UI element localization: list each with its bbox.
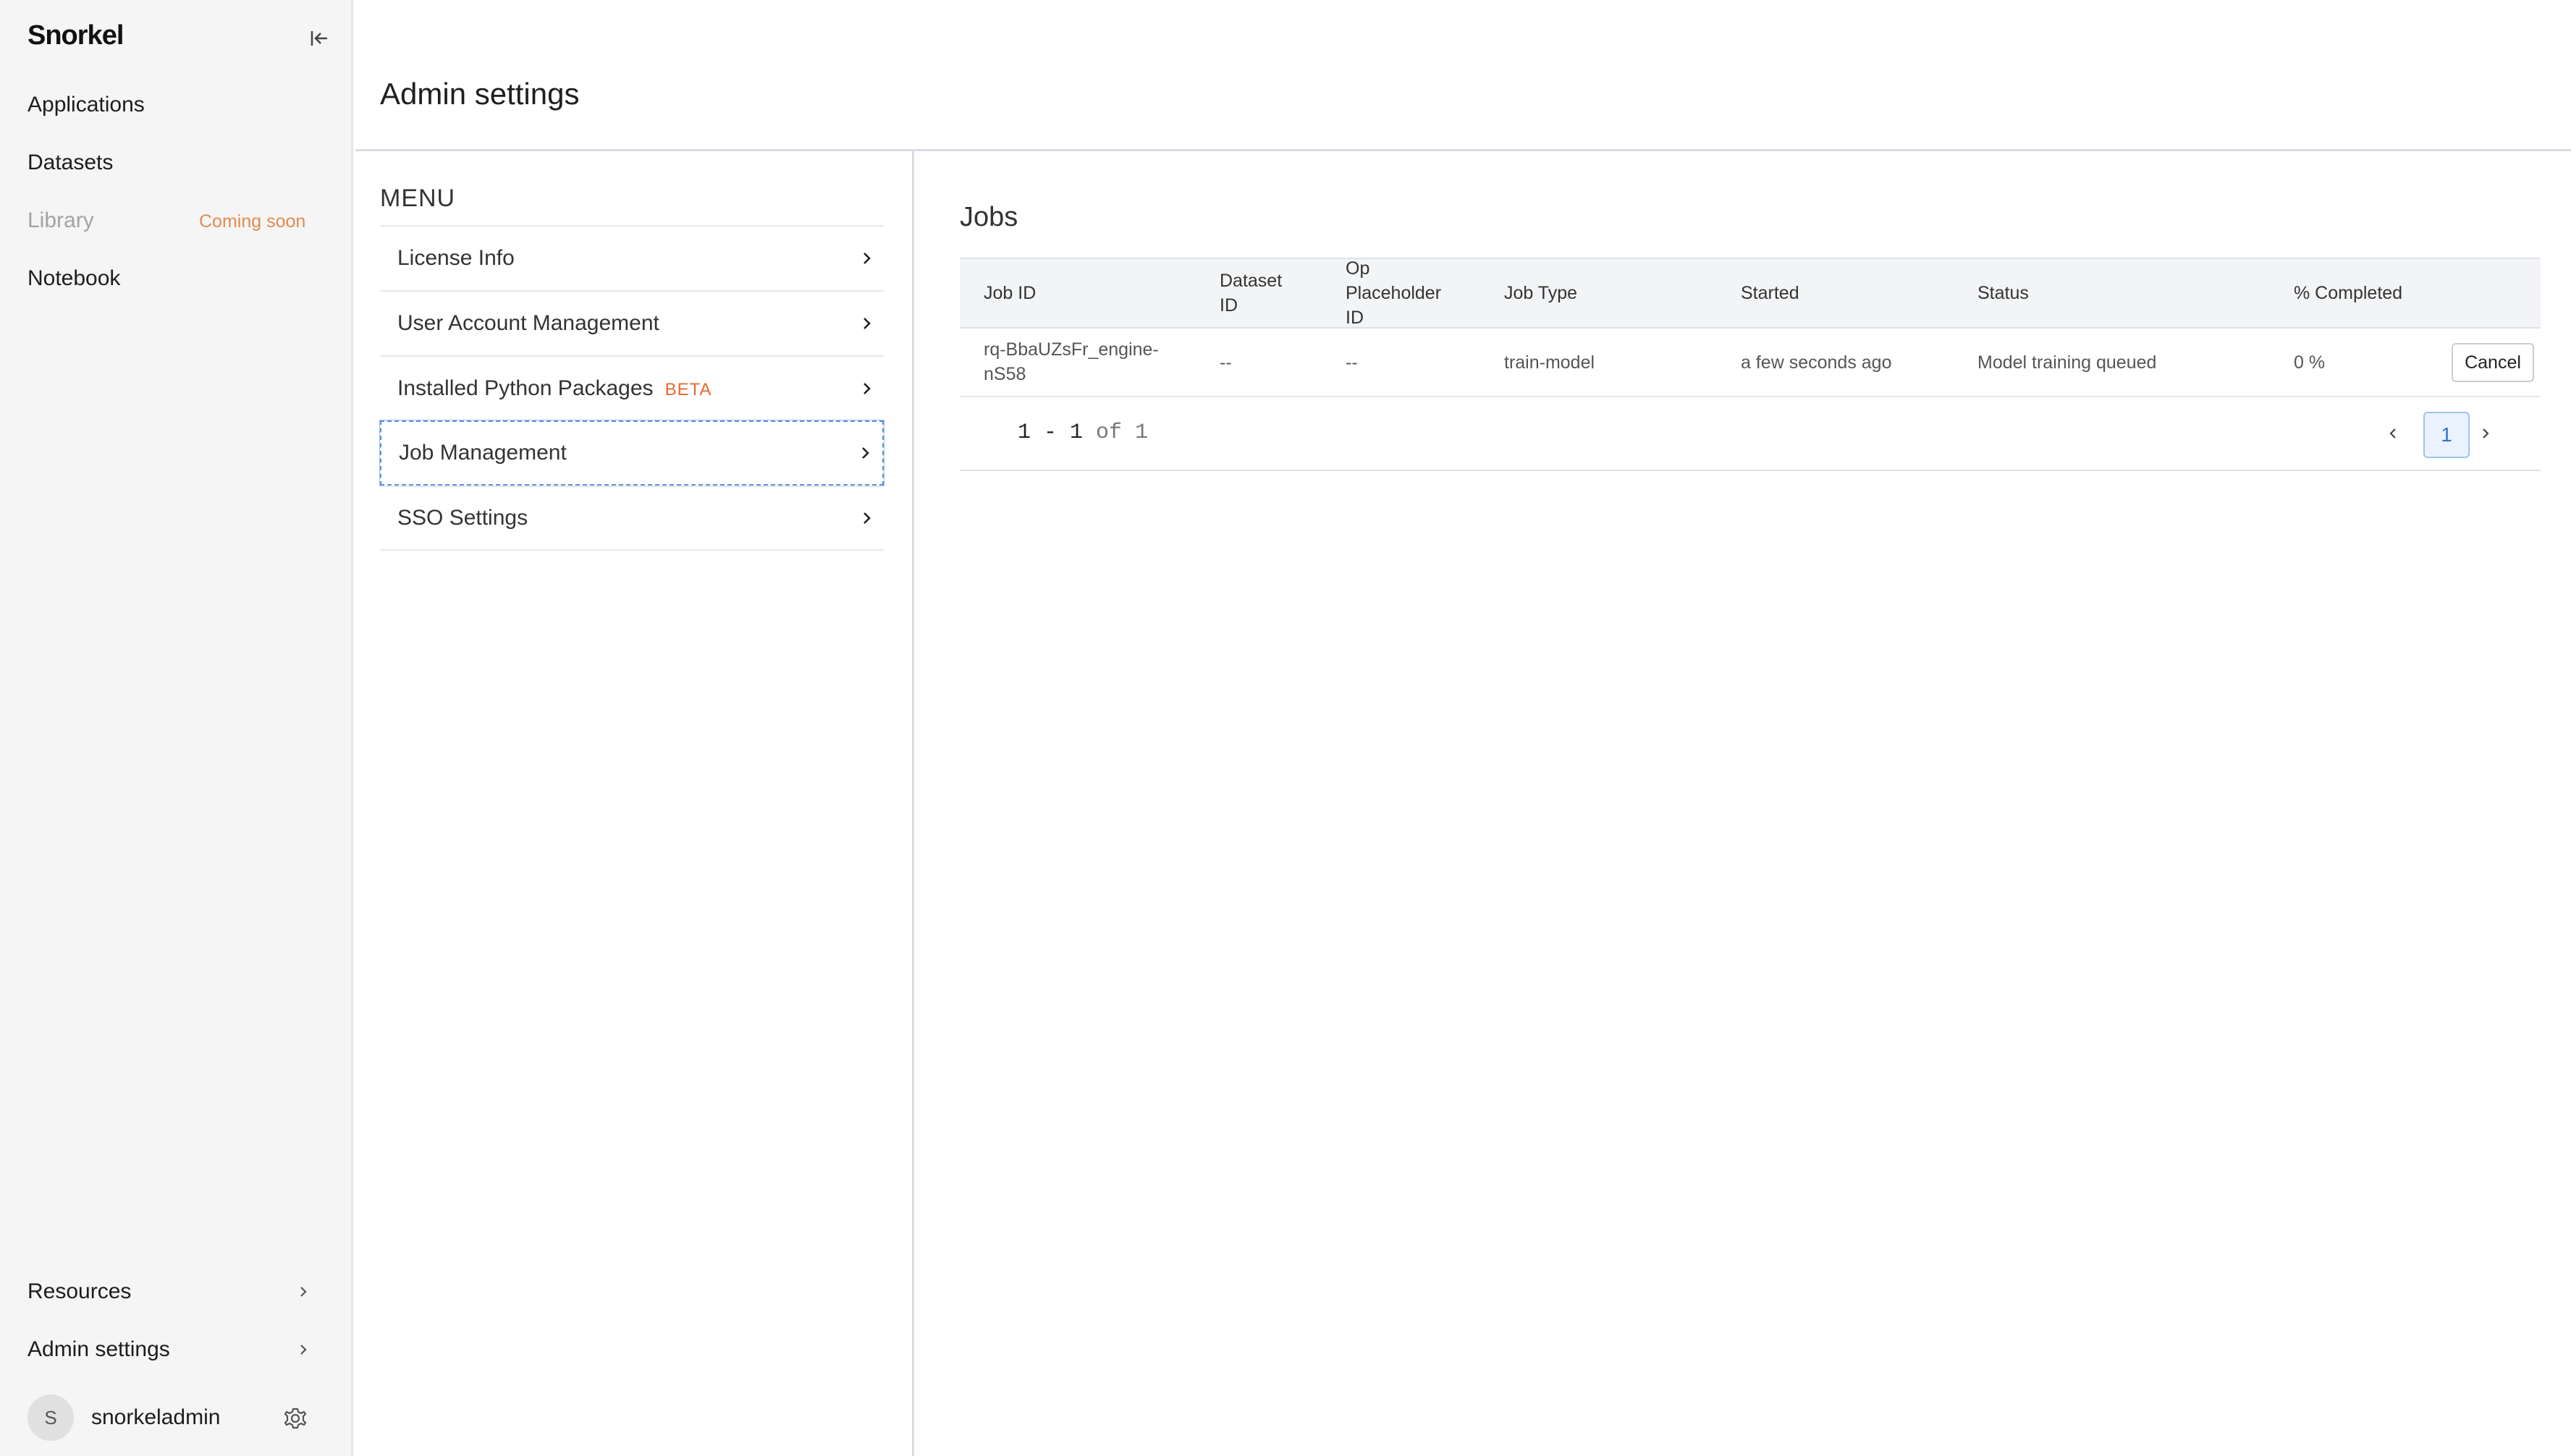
- coming-soon-badge: Coming soon: [199, 211, 306, 232]
- cell-started: a few seconds ago: [1741, 352, 1892, 373]
- column-header-op-placeholder-id[interactable]: Op Placeholder ID: [1346, 256, 1454, 330]
- column-header-job-type[interactable]: Job Type: [1504, 281, 1577, 305]
- chevron-right-icon: [864, 253, 871, 264]
- cell-status: Model training queued: [1977, 352, 2157, 373]
- page-title: Admin settings: [380, 77, 580, 111]
- chevron-left-icon[interactable]: [2380, 420, 2406, 446]
- range-text: 1 - 1: [1018, 420, 1084, 445]
- sidebar: Snorkel Applications Datasets Library Co…: [0, 0, 353, 1456]
- nav-admin-settings-label: Admin settings: [28, 1337, 170, 1361]
- chevron-right-icon: [864, 512, 871, 524]
- nav-library: Library: [28, 208, 94, 232]
- menu-item-user-account-management[interactable]: User Account Management: [380, 290, 884, 355]
- menu-item-license-info[interactable]: License Info: [380, 225, 884, 290]
- app-logo: Snorkel: [28, 20, 124, 51]
- menu-item-label: User Account Management: [397, 311, 659, 335]
- menu-item-label: SSO Settings: [397, 506, 528, 530]
- chevron-right-icon: [864, 318, 871, 329]
- column-header-started[interactable]: Started: [1741, 281, 1799, 305]
- beta-badge: BETA: [664, 380, 712, 399]
- table-header: Job ID Dataset ID Op Placeholder ID Job …: [960, 258, 2541, 329]
- nav-applications[interactable]: Applications: [28, 93, 145, 117]
- pagination-range: 1 - 1 of 1: [1018, 420, 1148, 445]
- menu-item-label: Installed Python Packages: [397, 376, 654, 400]
- jobs-title: Jobs: [960, 202, 1018, 232]
- nav-resources-label: Resources: [28, 1279, 132, 1303]
- menu-item-job-management[interactable]: Job Management: [379, 420, 885, 486]
- nav-resources[interactable]: Resources: [28, 1279, 310, 1304]
- menu-item-label: License Info: [397, 246, 515, 270]
- menu-heading: MENU: [380, 185, 456, 212]
- gear-icon[interactable]: [281, 1404, 310, 1433]
- chevron-right-icon[interactable]: [2473, 420, 2499, 446]
- nav-notebook[interactable]: Notebook: [28, 266, 120, 291]
- jobs-panel: Jobs Job ID Dataset ID Op Placeholder ID…: [914, 151, 2571, 1456]
- column-header-status[interactable]: Status: [1977, 281, 2029, 305]
- job-id-line: nS58: [984, 364, 1026, 384]
- chevron-right-icon: [862, 447, 869, 459]
- chevron-right-icon: [864, 383, 871, 394]
- username: snorkeladmin: [91, 1405, 221, 1429]
- column-header-job-id[interactable]: Job ID: [984, 281, 1036, 305]
- cell-op-placeholder-id: --: [1346, 352, 1358, 373]
- page-number-button[interactable]: 1: [2423, 412, 2470, 458]
- menu-item-label-wrap: Installed Python Packages BETA: [397, 376, 712, 401]
- column-header-completed[interactable]: % Completed: [2294, 281, 2402, 305]
- menu-item-label: Job Management: [399, 441, 567, 465]
- nav-datasets[interactable]: Datasets: [28, 151, 113, 175]
- menu-item-installed-python-packages[interactable]: Installed Python Packages BETA: [380, 355, 884, 420]
- cancel-job-button[interactable]: Cancel: [2452, 343, 2534, 382]
- table-row: rq-BbaUZsFr_engine- nS58 -- -- train-mod…: [960, 329, 2541, 397]
- cell-job-id: rq-BbaUZsFr_engine- nS58: [984, 337, 1159, 386]
- column-header-dataset-id[interactable]: Dataset ID: [1220, 268, 1299, 318]
- job-id-line: rq-BbaUZsFr_engine-: [984, 339, 1159, 360]
- chevron-right-icon: [300, 1287, 307, 1297]
- menu-item-sso-settings[interactable]: SSO Settings: [380, 486, 884, 551]
- chevron-right-icon: [300, 1345, 307, 1355]
- collapse-sidebar-icon[interactable]: [304, 23, 334, 54]
- cell-dataset-id: --: [1220, 352, 1232, 373]
- jobs-table: Job ID Dataset ID Op Placeholder ID Job …: [960, 258, 2541, 471]
- cell-completed: 0 %: [2294, 352, 2326, 373]
- page-header: Admin settings: [355, 0, 2571, 151]
- nav-admin-settings[interactable]: Admin settings: [28, 1337, 310, 1362]
- range-of: of: [1096, 420, 1123, 445]
- cell-job-type: train-model: [1504, 352, 1595, 373]
- range-total: 1: [1135, 420, 1149, 445]
- avatar[interactable]: S: [28, 1394, 74, 1441]
- admin-menu-list: License Info User Account Management Ins…: [379, 225, 885, 551]
- admin-menu-panel: MENU License Info User Account Managemen…: [355, 151, 914, 1456]
- pagination: 1 - 1 of 1 1: [960, 397, 2541, 471]
